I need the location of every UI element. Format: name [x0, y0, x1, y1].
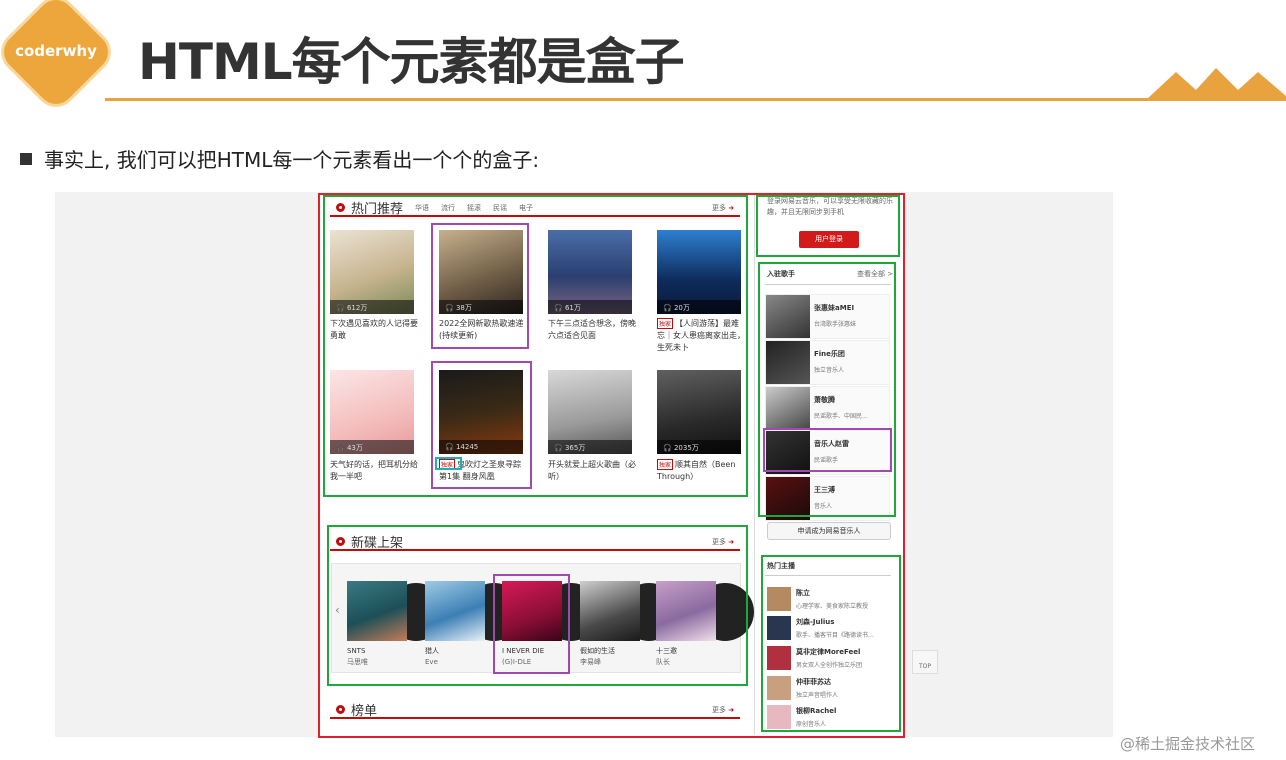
singer-item-box [763, 428, 892, 472]
back-to-top-button[interactable]: TOP [912, 650, 938, 674]
album-item-box [493, 574, 570, 674]
anchors-box [761, 555, 901, 732]
title-underline [105, 98, 1286, 101]
bullet-text: 事实上, 我们可以把HTML每一个元素看出一个个的盒子: [44, 148, 540, 172]
logo-text: coderwhy [15, 42, 97, 60]
watermark: @稀土掘金技术社区 [1120, 735, 1256, 753]
bullet-square-icon [20, 152, 32, 165]
badge-box [435, 457, 462, 470]
slide-title: HTML每个元素都是盒子 [138, 33, 685, 91]
mountain-decoration-icon [1146, 68, 1286, 100]
playlist-item-box [431, 223, 529, 349]
hot-section-box [323, 195, 748, 497]
login-box [756, 195, 900, 257]
bullet-point: 事实上, 我们可以把HTML每一个元素看出一个个的盒子: [20, 144, 539, 173]
singers-box [758, 262, 896, 517]
